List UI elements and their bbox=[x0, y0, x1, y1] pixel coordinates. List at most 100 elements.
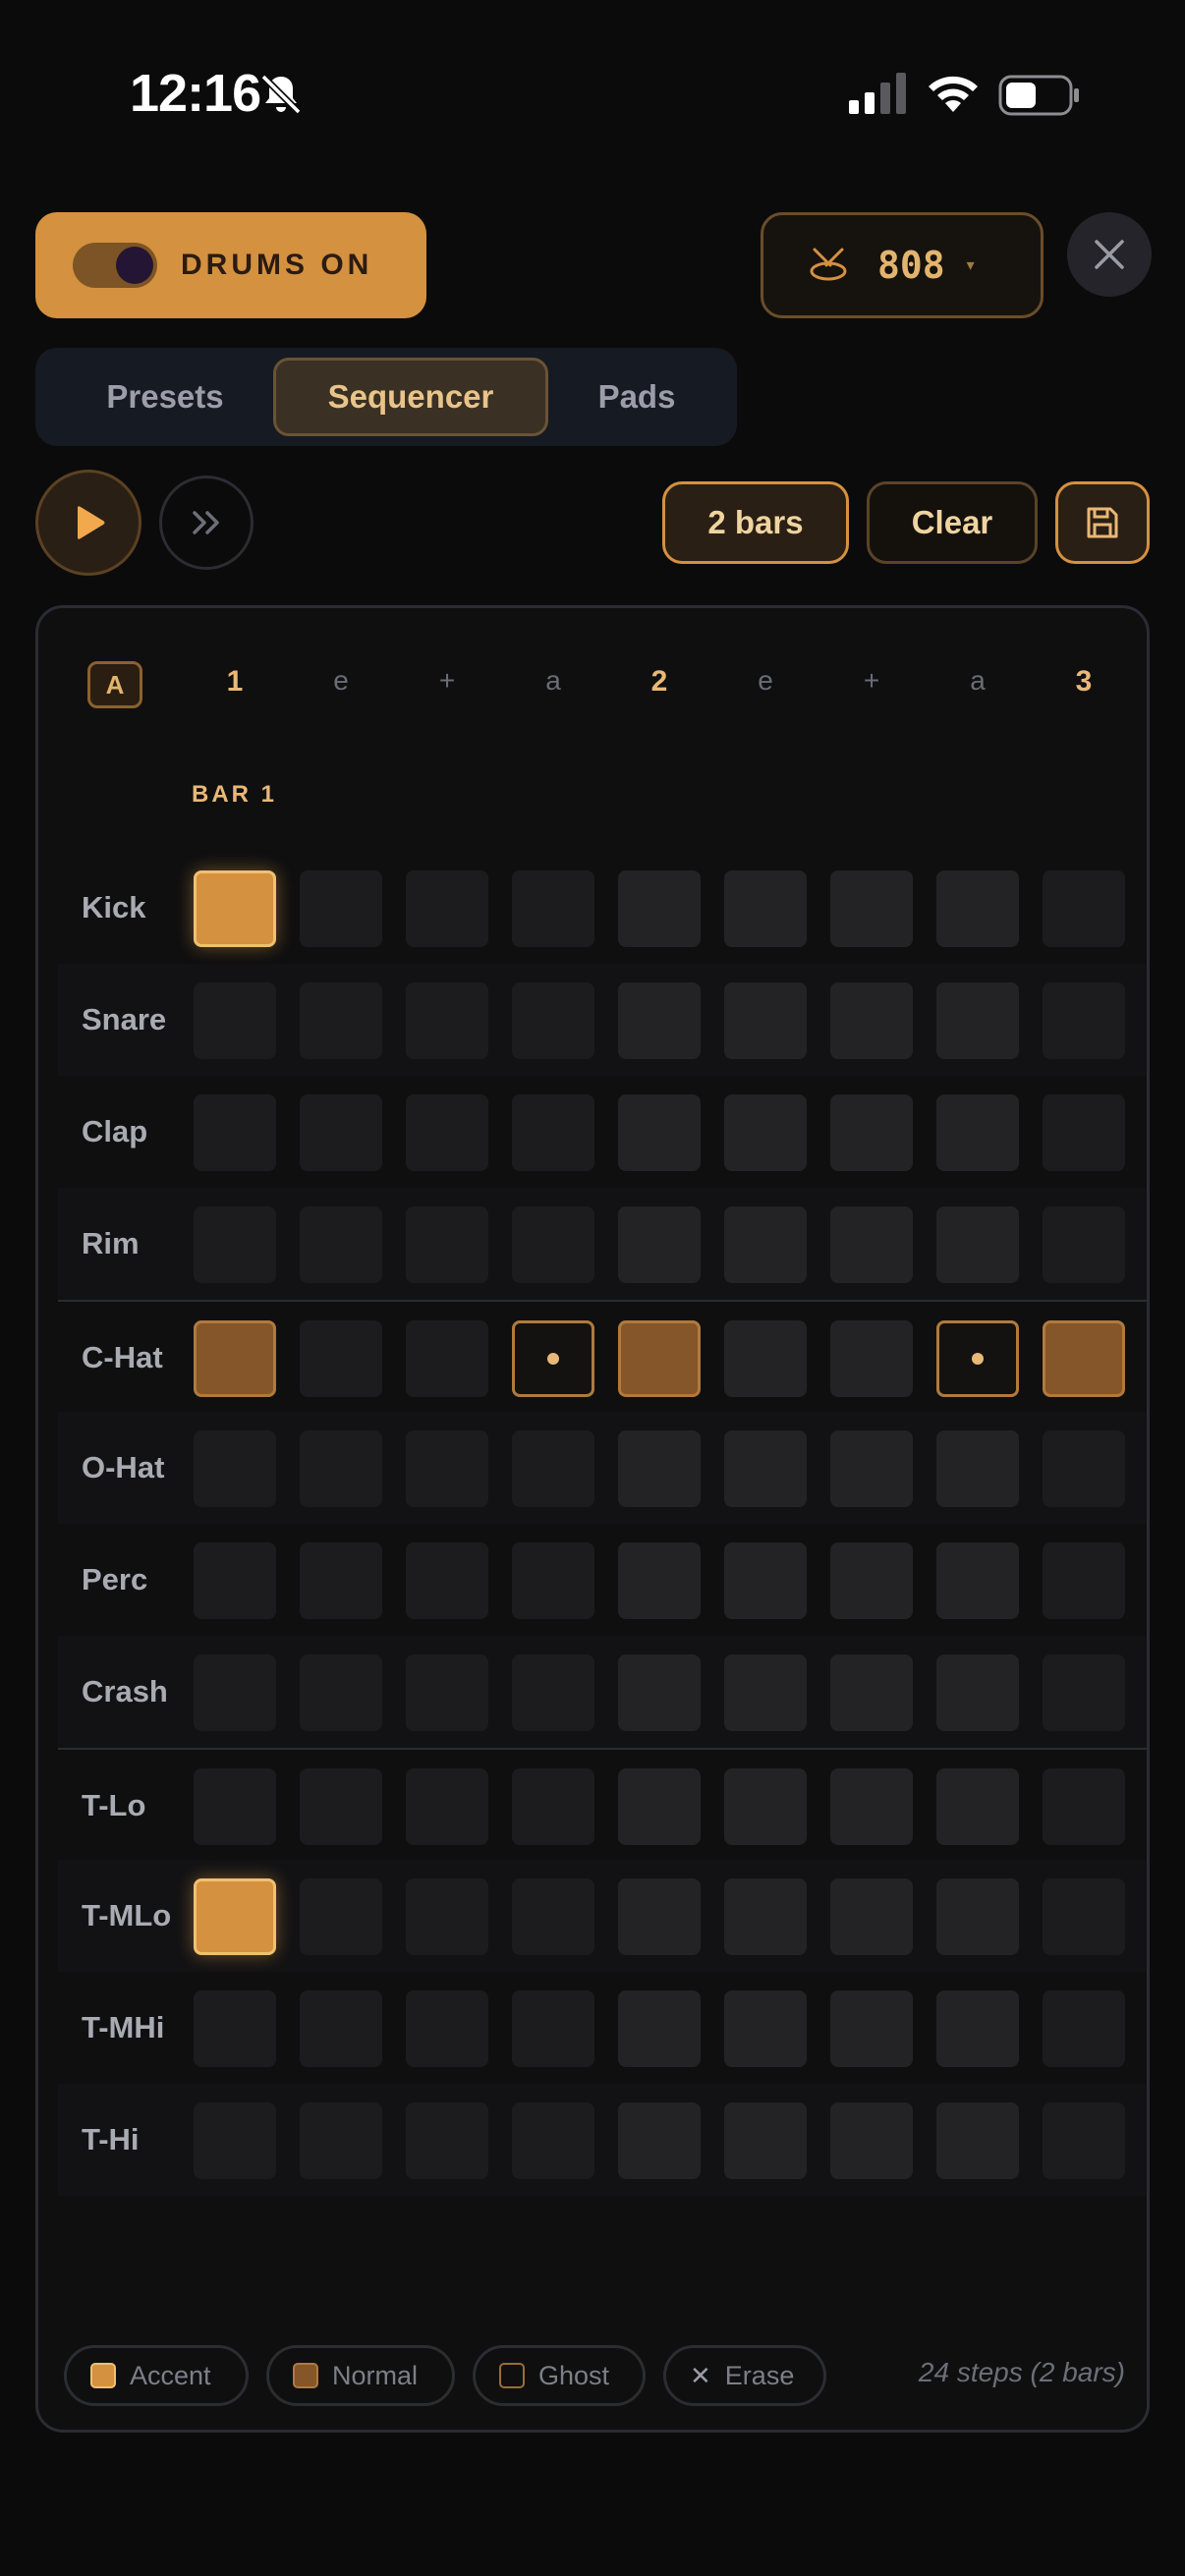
step-cell[interactable] bbox=[300, 1430, 382, 1507]
step-cell[interactable] bbox=[406, 1878, 488, 1955]
step-cell[interactable] bbox=[512, 2102, 594, 2179]
track-label[interactable]: T-MLo bbox=[82, 1860, 171, 1972]
step-cell[interactable] bbox=[300, 1206, 382, 1283]
step-cell[interactable] bbox=[618, 2102, 701, 2179]
step-cell[interactable] bbox=[194, 1768, 276, 1845]
step-cell[interactable] bbox=[300, 1542, 382, 1619]
step-cell[interactable] bbox=[830, 982, 913, 1059]
track-label[interactable]: T-Lo bbox=[82, 1750, 145, 1862]
step-cell[interactable] bbox=[194, 1990, 276, 2067]
legend-ghost[interactable]: Ghost bbox=[473, 2345, 646, 2406]
step-cell[interactable] bbox=[936, 1206, 1019, 1283]
step-cell[interactable] bbox=[1043, 1654, 1125, 1731]
track-label[interactable]: Snare bbox=[82, 964, 166, 1076]
bars-length-button[interactable]: 2 bars bbox=[662, 481, 849, 564]
step-cell[interactable] bbox=[1043, 1206, 1125, 1283]
step-cell[interactable] bbox=[830, 1654, 913, 1731]
step-cell[interactable] bbox=[300, 1654, 382, 1731]
step-cell[interactable] bbox=[406, 1542, 488, 1619]
step-cell[interactable] bbox=[830, 1320, 913, 1397]
step-cell[interactable] bbox=[512, 1768, 594, 1845]
step-cell[interactable] bbox=[1043, 1990, 1125, 2067]
step-cell[interactable] bbox=[936, 982, 1019, 1059]
step-cell[interactable] bbox=[406, 870, 488, 947]
step-cell[interactable] bbox=[1043, 1768, 1125, 1845]
step-cell[interactable] bbox=[512, 870, 594, 947]
step-cell[interactable] bbox=[830, 1768, 913, 1845]
step-cell[interactable] bbox=[194, 1094, 276, 1171]
tab-pads[interactable]: Pads bbox=[550, 358, 723, 436]
step-cell[interactable] bbox=[618, 1320, 701, 1397]
step-cell[interactable] bbox=[724, 1768, 807, 1845]
save-button[interactable] bbox=[1055, 481, 1150, 564]
step-cell[interactable] bbox=[724, 870, 807, 947]
step-cell[interactable] bbox=[618, 870, 701, 947]
step-cell[interactable] bbox=[724, 1320, 807, 1397]
step-cell[interactable] bbox=[194, 1206, 276, 1283]
step-cell[interactable] bbox=[830, 1990, 913, 2067]
step-cell[interactable] bbox=[512, 1878, 594, 1955]
step-cell[interactable] bbox=[830, 1206, 913, 1283]
step-cell[interactable] bbox=[194, 1878, 276, 1955]
step-cell[interactable] bbox=[618, 1878, 701, 1955]
step-cell[interactable] bbox=[1043, 1542, 1125, 1619]
step-cell[interactable] bbox=[724, 982, 807, 1059]
step-cell[interactable] bbox=[724, 2102, 807, 2179]
step-cell[interactable] bbox=[512, 1430, 594, 1507]
step-cell[interactable] bbox=[194, 1430, 276, 1507]
step-cell[interactable] bbox=[300, 1990, 382, 2067]
step-cell[interactable] bbox=[406, 1320, 488, 1397]
step-cell[interactable] bbox=[512, 982, 594, 1059]
step-cell[interactable] bbox=[618, 1990, 701, 2067]
step-cell[interactable] bbox=[194, 982, 276, 1059]
step-cell[interactable] bbox=[618, 1206, 701, 1283]
clear-button[interactable]: Clear bbox=[867, 481, 1038, 564]
step-cell[interactable] bbox=[300, 1878, 382, 1955]
legend-accent[interactable]: Accent bbox=[64, 2345, 249, 2406]
step-cell[interactable] bbox=[936, 2102, 1019, 2179]
step-cell[interactable] bbox=[618, 982, 701, 1059]
step-cell[interactable] bbox=[618, 1430, 701, 1507]
track-label[interactable]: Clap bbox=[82, 1076, 147, 1188]
step-cell[interactable] bbox=[194, 2102, 276, 2179]
step-cell[interactable] bbox=[724, 1878, 807, 1955]
step-cell[interactable] bbox=[724, 1430, 807, 1507]
step-cell[interactable] bbox=[300, 1094, 382, 1171]
tab-sequencer[interactable]: Sequencer bbox=[273, 358, 548, 436]
step-cell[interactable] bbox=[406, 1430, 488, 1507]
step-cell[interactable] bbox=[830, 1878, 913, 1955]
step-cell[interactable] bbox=[936, 1094, 1019, 1171]
skip-forward-button[interactable] bbox=[159, 476, 254, 570]
step-cell[interactable] bbox=[936, 1430, 1019, 1507]
step-cell[interactable] bbox=[724, 1990, 807, 2067]
track-label[interactable]: O-Hat bbox=[82, 1412, 164, 1524]
step-cell[interactable] bbox=[936, 1320, 1019, 1397]
step-cell[interactable] bbox=[512, 1320, 594, 1397]
step-cell[interactable] bbox=[194, 870, 276, 947]
step-cell[interactable] bbox=[830, 870, 913, 947]
step-cell[interactable] bbox=[406, 1094, 488, 1171]
step-cell[interactable] bbox=[936, 1542, 1019, 1619]
step-cell[interactable] bbox=[300, 1768, 382, 1845]
drums-toggle[interactable]: DRUMS ON bbox=[35, 212, 426, 318]
step-cell[interactable] bbox=[936, 1878, 1019, 1955]
step-cell[interactable] bbox=[618, 1654, 701, 1731]
track-label[interactable]: Rim bbox=[82, 1188, 140, 1300]
step-cell[interactable] bbox=[936, 1654, 1019, 1731]
step-cell[interactable] bbox=[618, 1542, 701, 1619]
tab-presets[interactable]: Presets bbox=[49, 358, 281, 436]
step-cell[interactable] bbox=[512, 1542, 594, 1619]
step-cell[interactable] bbox=[618, 1768, 701, 1845]
step-cell[interactable] bbox=[830, 2102, 913, 2179]
step-cell[interactable] bbox=[1043, 1430, 1125, 1507]
step-cell[interactable] bbox=[830, 1542, 913, 1619]
track-label[interactable]: Crash bbox=[82, 1636, 168, 1748]
step-cell[interactable] bbox=[406, 1206, 488, 1283]
track-label[interactable]: C-Hat bbox=[82, 1302, 163, 1414]
track-label[interactable]: T-MHi bbox=[82, 1972, 164, 2084]
step-cell[interactable] bbox=[194, 1542, 276, 1619]
kit-selector[interactable]: 808 ▾ bbox=[761, 212, 1044, 318]
step-cell[interactable] bbox=[1043, 870, 1125, 947]
legend-erase[interactable]: ✕ Erase bbox=[663, 2345, 826, 2406]
legend-normal[interactable]: Normal bbox=[266, 2345, 455, 2406]
